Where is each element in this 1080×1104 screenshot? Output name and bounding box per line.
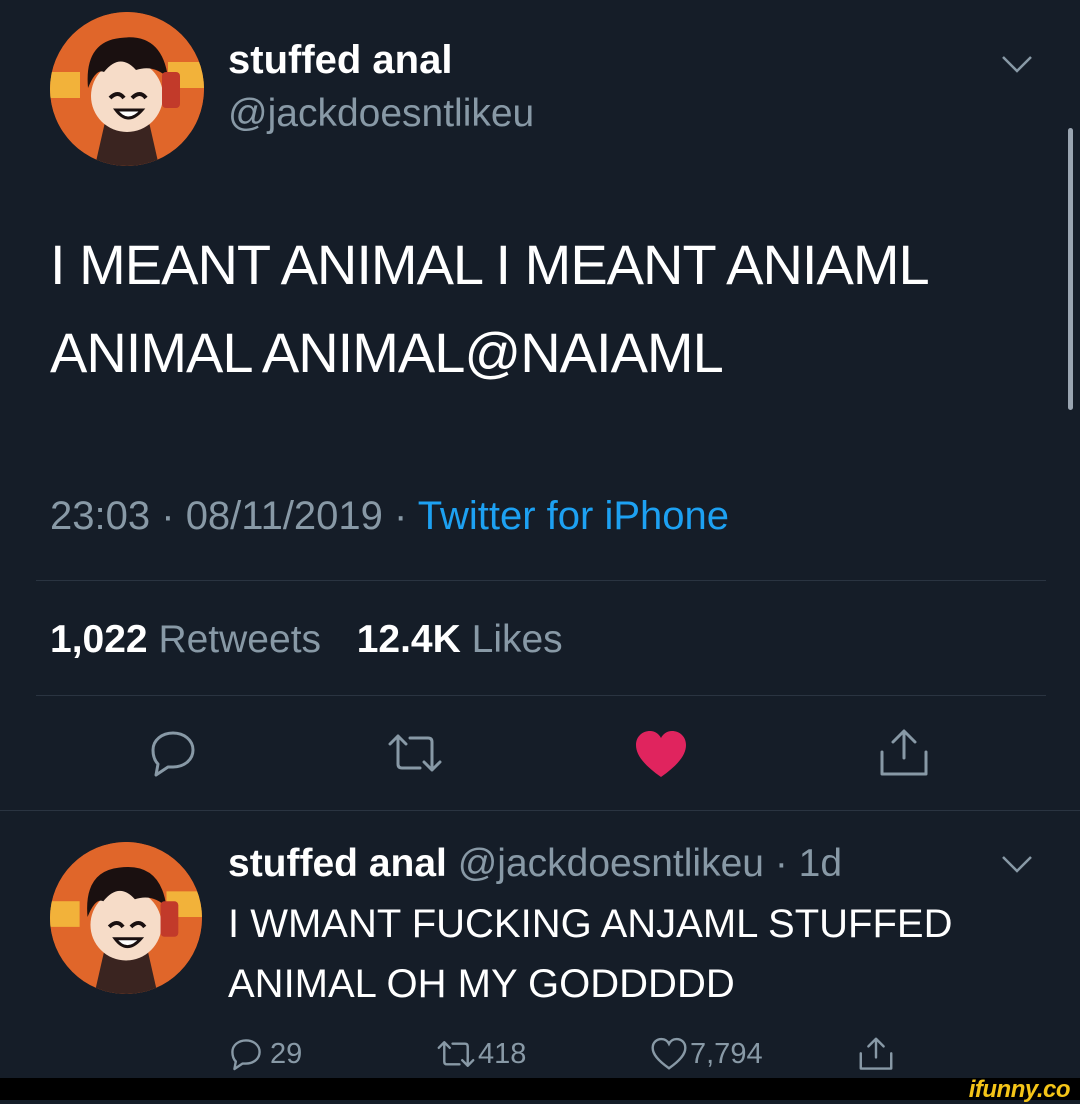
reply-action-retweet[interactable]: 418 <box>436 1036 526 1072</box>
share-icon[interactable] <box>878 728 930 778</box>
heart-icon[interactable] <box>634 729 688 779</box>
tweet-text-line-1: I MEANT ANIMAL I MEANT ANIAML <box>50 233 930 296</box>
reply-icon[interactable] <box>148 728 198 778</box>
avatar[interactable] <box>50 12 204 166</box>
divider <box>36 580 1046 581</box>
tweet-text-line-2: ANIMAL ANIMAL@NAIAML <box>50 321 724 384</box>
reply-header: stuffed anal @jackdoesntlikeu · 1d <box>228 842 842 886</box>
heart-outline-icon <box>650 1037 688 1071</box>
reply-display-name[interactable]: stuffed anal <box>228 842 447 885</box>
reply-like-count: 7,794 <box>690 1037 763 1070</box>
tweet-stats: 1,022 Retweets 12.4K Likes <box>50 618 563 662</box>
tweet-source-link[interactable]: Twitter for iPhone <box>418 494 729 538</box>
retweet-icon[interactable] <box>386 730 444 776</box>
tweet-meta: 23:03 · 08/11/2019 · Twitter for iPhone <box>50 494 729 539</box>
retweets-stat[interactable]: 1,022 Retweets <box>50 618 332 661</box>
divider <box>36 695 1046 696</box>
tweet-date: 08/11/2019 <box>185 494 383 538</box>
retweet-icon <box>436 1038 476 1070</box>
chevron-down-icon[interactable] <box>1000 854 1034 874</box>
reply-age: · 1d <box>774 842 843 885</box>
reply-icon <box>228 1037 264 1071</box>
display-name[interactable]: stuffed anal <box>228 38 452 83</box>
scrollbar[interactable] <box>1068 128 1073 410</box>
reply-action-reply[interactable]: 29 <box>228 1036 302 1072</box>
like-count: 12.4K <box>356 618 461 661</box>
reply-count: 29 <box>270 1037 303 1070</box>
reply-text-line-2: ANIMAL OH MY GODDDDD <box>228 962 735 1006</box>
handle[interactable]: @jackdoesntlikeu <box>228 92 534 136</box>
like-label: Likes <box>471 618 563 661</box>
meta-separator: · <box>394 494 408 538</box>
divider <box>0 810 1080 811</box>
reply-retweet-count: 418 <box>478 1037 527 1070</box>
share-icon[interactable] <box>858 1036 894 1072</box>
chevron-down-icon[interactable] <box>1000 54 1034 74</box>
reply-handle[interactable]: @jackdoesntlikeu <box>458 842 764 885</box>
reply-text-line-1: I WMANT FUCKING ANJAML STUFFED <box>228 902 953 946</box>
likes-stat[interactable]: 12.4K Likes <box>357 618 563 661</box>
footer-bar <box>0 1078 1080 1100</box>
reply-avatar[interactable] <box>50 842 202 994</box>
reply-action-like[interactable]: 7,794 <box>650 1036 763 1072</box>
meta-separator: · <box>161 494 175 538</box>
retweet-count: 1,022 <box>50 618 148 661</box>
tweet-time: 23:03 <box>50 494 151 538</box>
retweet-label: Retweets <box>158 618 322 661</box>
